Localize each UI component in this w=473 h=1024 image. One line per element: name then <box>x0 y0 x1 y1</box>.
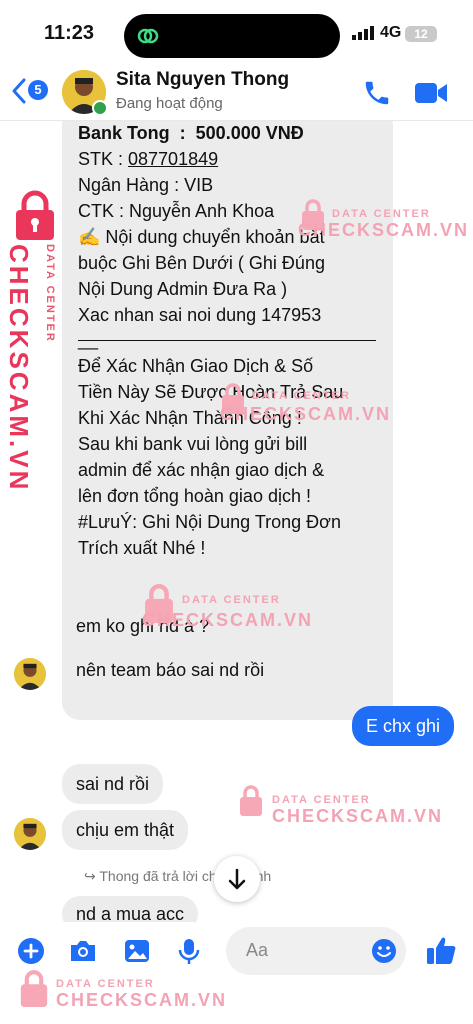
bank-amount-line: Bank Tong : 500.000 VNĐ <box>78 123 304 143</box>
note-line: #LưuÝ: Ghi Nội Dung Trong Đơn <box>78 512 341 532</box>
divider-tail: __ <box>78 330 99 350</box>
video-call-icon[interactable] <box>414 80 448 106</box>
stk-line: STK : 087701849 <box>78 146 383 172</box>
emoji-icon[interactable] <box>370 937 398 965</box>
message-bubble[interactable]: em ko ghi nd à ? <box>62 606 224 646</box>
stk-number-link[interactable]: 087701849 <box>128 149 218 169</box>
bank-name-line: Ngân Hàng : VIB <box>78 175 214 195</box>
note-line: Trích xuất Nhé ! <box>78 538 206 558</box>
message-list[interactable]: Bank Tong : 500.000 VNĐ STK : 087701849 … <box>0 120 473 922</box>
composer-bar: Aa <box>0 922 473 1024</box>
thumbs-up-icon[interactable] <box>424 934 458 968</box>
signal-icon <box>352 26 374 40</box>
transfer-note-line: ✍️ Nội dung chuyển khoản bắt <box>78 227 325 247</box>
confirmation-line: Tiền Này Sẽ Được Hoàn Trả Sau <box>78 382 344 402</box>
network-type: 4G <box>380 24 402 41</box>
arrow-down-icon <box>228 868 246 890</box>
bank-info-text: Bank Tong : 500.000 VNĐ STK : 087701849 … <box>78 120 383 561</box>
message-bubble[interactable]: sai nd rồi <box>62 764 164 804</box>
unread-count-badge[interactable]: 5 <box>28 80 48 100</box>
confirmation-line: Khi Xác Nhận Thành Công ! <box>78 408 302 428</box>
threads-icon <box>137 28 159 44</box>
account-holder-line: CTK : Nguyễn Anh Khoa <box>78 201 275 221</box>
transfer-note-line: buộc Ghi Bên Dưới ( Ghi Đúng <box>78 253 325 273</box>
message-bubble[interactable]: chịu em thật <box>62 810 189 850</box>
contact-name[interactable]: Sita Nguyen Thong <box>116 69 289 91</box>
battery-icon: 12 <box>405 26 437 42</box>
instruction-line: Sau khi bank vui lòng gửi bill <box>78 434 308 454</box>
scroll-to-bottom-button[interactable] <box>214 856 260 902</box>
gallery-icon[interactable] <box>122 936 152 966</box>
contact-status: Đang hoạt động <box>116 95 223 112</box>
message-input-placeholder: Aa <box>246 940 269 960</box>
message-bubble[interactable]: nên team báo sai nd rồi <box>62 650 279 690</box>
message-bubble-partial[interactable]: nd a mua acc <box>62 896 199 922</box>
status-time: 11:23 <box>44 22 95 44</box>
plus-icon[interactable] <box>16 936 46 966</box>
phone-call-icon[interactable] <box>362 78 392 108</box>
avatar-portrait-icon <box>14 818 46 850</box>
stk-label: STK : <box>78 149 129 169</box>
sender-avatar[interactable] <box>14 658 46 690</box>
microphone-icon[interactable] <box>174 936 204 966</box>
transfer-content-line: Xac nhan sai noi dung 147953 <box>78 305 322 325</box>
instruction-line: admin để xác nhận giao dịch & <box>78 460 325 480</box>
confirmation-line: Để Xác Nhận Giao Dịch & Số <box>78 356 314 376</box>
dynamic-island <box>124 14 340 58</box>
transfer-note-line: Nội Dung Admin Đưa Ra ) <box>78 279 288 299</box>
message-input[interactable]: Aa <box>226 927 406 975</box>
sender-avatar[interactable] <box>14 818 46 850</box>
avatar-portrait-icon <box>14 658 46 690</box>
my-message-bubble[interactable]: E chx ghi <box>352 706 455 746</box>
status-bar: 11:23 4G 12 <box>0 0 473 62</box>
instruction-line: lên đơn tổng hoàn giao dịch ! <box>78 486 311 506</box>
online-indicator <box>92 100 108 116</box>
camera-icon[interactable] <box>68 936 98 966</box>
chat-header: 5 Sita Nguyen Thong Đang hoạt động <box>0 62 473 121</box>
